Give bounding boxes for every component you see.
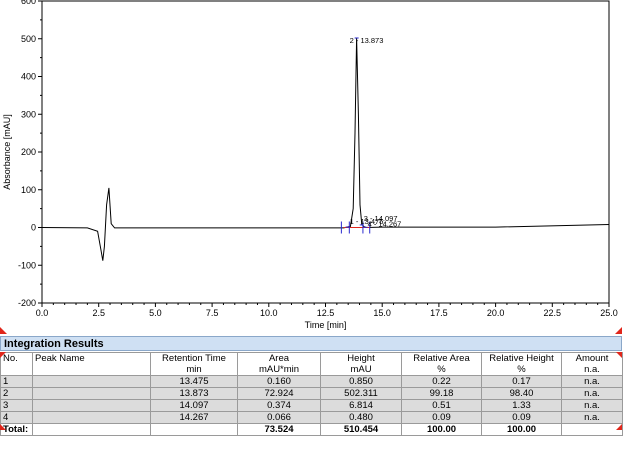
plot-frame — [41, 0, 610, 304]
peak-label: 4 - 14.267 — [368, 219, 402, 228]
resize-marker-left[interactable] — [0, 327, 7, 334]
table-cell: 14.267 — [150, 411, 238, 424]
x-tick-label: 22.5 — [544, 308, 562, 318]
x-tick-label: 20.0 — [487, 308, 505, 318]
table-marker-right[interactable] — [616, 424, 622, 430]
y-tick-label: -200 — [18, 298, 36, 308]
peak-label: 2 - 13.873 — [350, 36, 384, 45]
table-cell: 502.311 — [320, 387, 402, 400]
x-tick-label: 5.0 — [149, 308, 162, 318]
total-cell: 100.00 — [481, 423, 562, 436]
chromatogram-report: -200 -100 0 100 200 300 400 500 600 0.0 2.5 5.0 7.5 1… — [0, 0, 624, 452]
y-tick-label: 100 — [21, 185, 36, 195]
integration-results-title: Integration Results — [0, 336, 622, 351]
table-cell: 0.850 — [320, 375, 402, 388]
table-cell: 0.09 — [401, 411, 482, 424]
table-header-row: No. Peak Name Retention Time Area Height Rela… — [0, 352, 623, 364]
table-cell: 13.873 — [150, 387, 238, 400]
column-header[interactable]: Area — [237, 352, 321, 364]
x-tick-label: 12.5 — [317, 308, 335, 318]
table-cell: n.a. — [561, 387, 623, 400]
table-cell: n.a. — [561, 399, 623, 412]
table-cell: 0.160 — [237, 375, 321, 388]
integration-results-panel: Integration Results No. Peak Name Retentio… — [0, 336, 624, 452]
column-header[interactable]: Relative Height — [481, 352, 562, 364]
column-unit: % — [481, 364, 562, 376]
column-unit: min — [150, 364, 238, 376]
table-cell — [32, 399, 151, 412]
x-axis-title: Time [min] — [305, 320, 347, 330]
x-tick-label: 7.5 — [206, 308, 219, 318]
column-unit: mAU*min — [237, 364, 321, 376]
chromatogram-chart[interactable]: -200 -100 0 100 200 300 400 500 600 0.0 2.5 5.0 7.5 1… — [0, 0, 624, 336]
column-header[interactable]: Retention Time — [150, 352, 238, 364]
table-cell: n.a. — [561, 411, 623, 424]
table-marker-topleft[interactable] — [0, 352, 6, 358]
table-units-row: min mAU*min mAU%% n.a. — [0, 364, 623, 376]
table-cell: 6.814 — [320, 399, 402, 412]
column-header[interactable]: Peak Name — [32, 352, 151, 364]
column-unit: mAU — [320, 364, 402, 376]
total-cell — [561, 423, 623, 436]
x-tick-label: 0.0 — [36, 308, 49, 318]
column-unit: % — [401, 364, 482, 376]
table-cell: 0.374 — [237, 399, 321, 412]
table-cell: 0.480 — [320, 411, 402, 424]
column-unit — [32, 364, 151, 376]
table-cell — [32, 387, 151, 400]
y-axis-title: Absorbance [mAU] — [2, 114, 12, 190]
y-tick-label: 400 — [21, 72, 36, 82]
table-cell: 0.51 — [401, 399, 482, 412]
x-tick-label: 2.5 — [92, 308, 105, 318]
table-cell: 14.097 — [150, 399, 238, 412]
resize-marker-right[interactable] — [615, 327, 622, 334]
table-cell: 0.22 — [401, 375, 482, 388]
y-tick-label: -100 — [18, 260, 36, 270]
column-header[interactable]: Relative Area — [401, 352, 482, 364]
table-cell: 13.475 — [150, 375, 238, 388]
y-tick-label: 500 — [21, 34, 36, 44]
chromatogram-panel: -200 -100 0 100 200 300 400 500 600 0.0 2.5 5.0 7.5 1… — [0, 0, 624, 336]
table-cell: 99.18 — [401, 387, 482, 400]
table-marker-left[interactable] — [0, 424, 6, 430]
table-cell — [32, 411, 151, 424]
total-cell — [150, 423, 238, 436]
table-cell: 98.40 — [481, 387, 562, 400]
total-cell: 510.454 — [320, 423, 402, 436]
table-row[interactable]: 3 14.097 0.374 6.814 0.51 1.33 n.a. — [0, 399, 623, 412]
chromatogram-trace — [41, 37, 610, 261]
table-cell: 0.09 — [481, 411, 562, 424]
table-marker-topright[interactable] — [616, 352, 622, 358]
table-cell — [32, 375, 151, 388]
column-header[interactable]: Amount — [561, 352, 623, 364]
table-cell: n.a. — [561, 375, 623, 388]
total-cell: 100.00 — [401, 423, 482, 436]
table-cell: 1 — [0, 375, 33, 388]
column-unit: n.a. — [561, 364, 623, 376]
table-cell: 3 — [0, 399, 33, 412]
table-cell: 72.924 — [237, 387, 321, 400]
x-tick-label: 25.0 — [600, 308, 618, 318]
table-cell: 0.17 — [481, 375, 562, 388]
integration-results-table: No. Peak Name Retention Time Area Height Rela… — [0, 352, 623, 436]
y-tick-label: 200 — [21, 147, 36, 157]
x-tick-label: 10.0 — [260, 308, 278, 318]
table-total-row: Total: 73.524 510.454 100.00 100.00 — [0, 423, 623, 436]
y-tick-label: 300 — [21, 109, 36, 119]
table-row[interactable]: 1 13.475 0.160 0.850 0.22 0.17 n.a. — [0, 375, 623, 388]
column-unit — [0, 364, 33, 376]
x-tick-label: 15.0 — [373, 308, 391, 318]
y-tick-label: 0 — [31, 223, 36, 233]
table-cell: 1.33 — [481, 399, 562, 412]
y-tick-label: 600 — [21, 0, 36, 6]
table-cell: 2 — [0, 387, 33, 400]
x-tick-label: 17.5 — [430, 308, 448, 318]
table-row[interactable]: 2 13.873 72.924 502.311 99.18 98.40 n.a. — [0, 387, 623, 400]
column-header[interactable]: Height — [320, 352, 402, 364]
total-cell: 73.524 — [237, 423, 321, 436]
total-cell — [32, 423, 151, 436]
table-cell: 0.066 — [237, 411, 321, 424]
table-row[interactable]: 4 14.267 0.066 0.480 0.09 0.09 n.a. — [0, 411, 623, 424]
table-cell: 4 — [0, 411, 33, 424]
